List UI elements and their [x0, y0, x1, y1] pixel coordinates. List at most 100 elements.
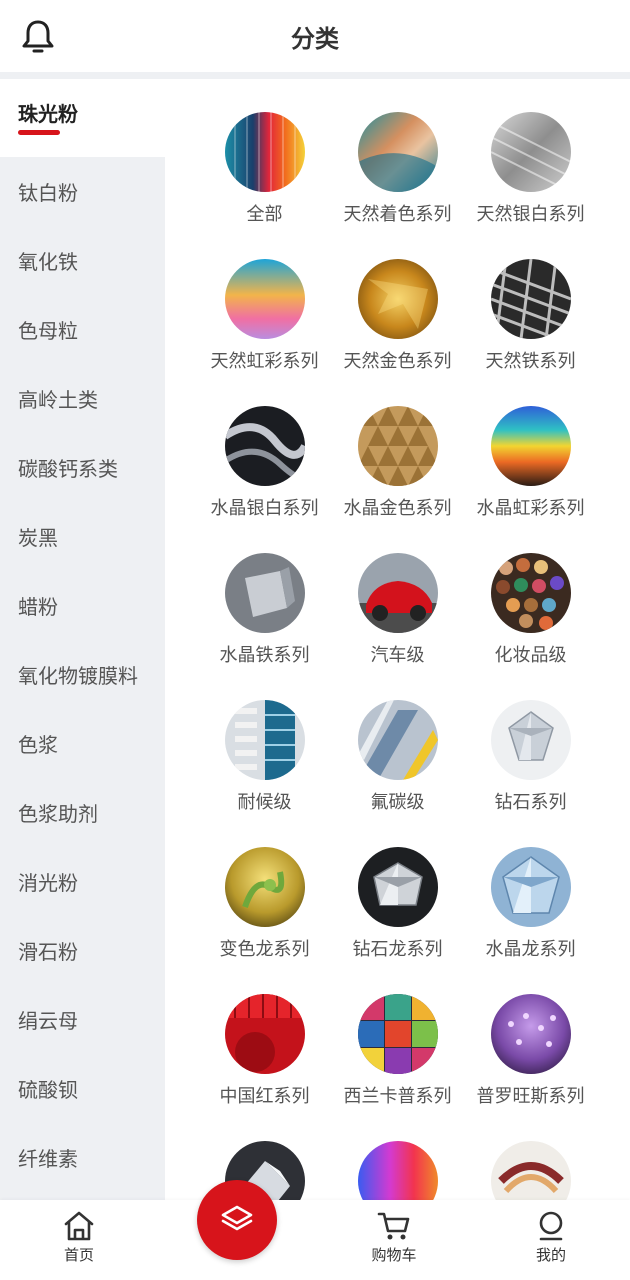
category-label: 水晶铁系列: [219, 645, 310, 666]
sidebar-item-barium-sulfate[interactable]: 硫酸钡: [0, 1054, 165, 1123]
category-label: 天然铁系列: [485, 351, 576, 372]
category-thumbnail: [490, 700, 571, 780]
home-icon: [64, 1211, 94, 1241]
category-thumbnail: [357, 112, 438, 192]
bell-icon[interactable]: [18, 16, 58, 56]
category-item[interactable]: 水晶龙系列: [464, 847, 597, 987]
category-item[interactable]: 氟碳级: [331, 700, 464, 840]
category-item[interactable]: 天然铁系列: [464, 259, 597, 399]
page-title: 分类: [291, 24, 339, 53]
category-item[interactable]: 天然金色系列: [331, 259, 464, 399]
category-thumbnail: [224, 406, 305, 486]
category-thumbnail: [224, 994, 305, 1074]
category-item[interactable]: 水晶金色系列: [331, 406, 464, 546]
category-thumbnail: [224, 112, 305, 192]
sidebar-item-talc[interactable]: 滑石粉: [0, 916, 165, 985]
sidebar-item-label: 硫酸钡: [18, 1078, 78, 1102]
sidebar-item-iron-oxide[interactable]: 氧化铁: [0, 226, 165, 295]
category-label: 水晶虹彩系列: [476, 498, 585, 519]
category-item[interactable]: 天然虹彩系列: [198, 259, 331, 399]
category-item[interactable]: 水晶铁系列: [198, 553, 331, 693]
category-tab-button[interactable]: [197, 1180, 277, 1260]
category-item[interactable]: 水晶银白系列: [198, 406, 331, 546]
sidebar-item-label: 钛白粉: [18, 181, 78, 205]
sidebar-item-matting-powder[interactable]: 消光粉: [0, 847, 165, 916]
category-label: 中国红系列: [219, 1086, 310, 1107]
category-label: 变色龙系列: [219, 939, 310, 960]
category-thumbnail: [490, 994, 571, 1074]
category-thumbnail: [224, 259, 305, 339]
layers-icon: [221, 1205, 253, 1231]
category-thumbnail: [490, 406, 571, 486]
category-label: 汽车级: [370, 645, 425, 666]
active-indicator: [18, 130, 60, 135]
category-sidebar: 珠光粉 钛白粉 氧化铁 色母粒 高岭土类 碳酸钙系类 炭黑 蜡粉 氧化物镀膜料 …: [0, 79, 165, 1200]
category-item[interactable]: [331, 1141, 464, 1200]
tab-profile[interactable]: 我的: [501, 1210, 601, 1265]
category-thumbnail: [357, 406, 438, 486]
sidebar-item-label: 珠光粉: [18, 101, 78, 126]
category-label: 化妆品级: [494, 645, 567, 666]
sidebar-item-label: 绢云母: [18, 1009, 78, 1033]
sidebar-item-pearl-powder[interactable]: 珠光粉: [0, 79, 165, 157]
sidebar-item-oxide-coating[interactable]: 氧化物镀膜料: [0, 640, 165, 709]
category-thumbnail: [490, 259, 571, 339]
category-label: 普罗旺斯系列: [476, 1086, 585, 1107]
category-item[interactable]: 汽车级: [331, 553, 464, 693]
category-thumbnail: [357, 259, 438, 339]
category-item[interactable]: 全部: [198, 112, 331, 252]
sidebar-item-calcium-carbonate[interactable]: 碳酸钙系类: [0, 433, 165, 502]
category-label: 水晶龙系列: [485, 939, 576, 960]
sidebar-item-paste-additive[interactable]: 色浆助剂: [0, 778, 165, 847]
sidebar-item-label: 蜡粉: [18, 595, 58, 619]
cart-icon: [377, 1212, 410, 1240]
category-thumbnail: [490, 112, 571, 192]
category-thumbnail: [357, 553, 438, 633]
category-item[interactable]: 钻石系列: [464, 700, 597, 840]
category-item[interactable]: 天然银白系列: [464, 112, 597, 252]
category-label: 天然金色系列: [343, 351, 452, 372]
category-item[interactable]: 变色龙系列: [198, 847, 331, 987]
category-label: 耐候级: [237, 792, 292, 813]
sidebar-item-titanium-dioxide[interactable]: 钛白粉: [0, 157, 165, 226]
sidebar-item-label: 滑石粉: [18, 940, 78, 964]
category-item[interactable]: 西兰卡普系列: [331, 994, 464, 1134]
category-item[interactable]: 天然着色系列: [331, 112, 464, 252]
category-thumbnail: [224, 847, 305, 927]
category-thumbnail: [490, 1141, 571, 1200]
sidebar-item-masterbatch[interactable]: 色母粒: [0, 295, 165, 364]
category-label: 天然银白系列: [476, 204, 585, 225]
category-thumbnail: [357, 994, 438, 1074]
category-thumbnail: [490, 553, 571, 633]
tab-label: 购物车: [371, 1246, 417, 1264]
category-label: 氟碳级: [370, 792, 425, 813]
category-item[interactable]: 普罗旺斯系列: [464, 994, 597, 1134]
sidebar-item-cellulose[interactable]: 纤维素: [0, 1123, 165, 1192]
sidebar-item-color-paste[interactable]: 色浆: [0, 709, 165, 778]
sidebar-item-label: 纤维素: [18, 1147, 78, 1171]
tab-cart[interactable]: 购物车: [344, 1210, 444, 1265]
sidebar-item-label: 氧化物镀膜料: [18, 664, 138, 688]
sidebar-item-wax-powder[interactable]: 蜡粉: [0, 571, 165, 640]
category-label: 钻石龙系列: [352, 939, 443, 960]
sidebar-item-label: 高岭土类: [18, 388, 98, 412]
category-label: 天然着色系列: [343, 204, 452, 225]
category-item[interactable]: 水晶虹彩系列: [464, 406, 597, 546]
sidebar-item-sericite[interactable]: 绢云母: [0, 985, 165, 1054]
category-thumbnail: [224, 700, 305, 780]
sidebar-item-carbon-black[interactable]: 炭黑: [0, 502, 165, 571]
category-item[interactable]: [464, 1141, 597, 1200]
category-thumbnail: [357, 1141, 438, 1200]
category-label: 钻石系列: [494, 792, 567, 813]
category-label: 水晶银白系列: [210, 498, 319, 519]
category-item[interactable]: 耐候级: [198, 700, 331, 840]
sidebar-item-label: 色母粒: [18, 319, 78, 343]
tab-label: 首页: [63, 1246, 94, 1264]
sidebar-item-kaolin[interactable]: 高岭土类: [0, 364, 165, 433]
category-item[interactable]: 中国红系列: [198, 994, 331, 1134]
sidebar-item-label: 消光粉: [18, 871, 78, 895]
category-item[interactable]: 钻石龙系列: [331, 847, 464, 987]
category-thumbnail: [357, 700, 438, 780]
category-item[interactable]: 化妆品级: [464, 553, 597, 693]
tab-home[interactable]: 首页: [29, 1210, 129, 1265]
